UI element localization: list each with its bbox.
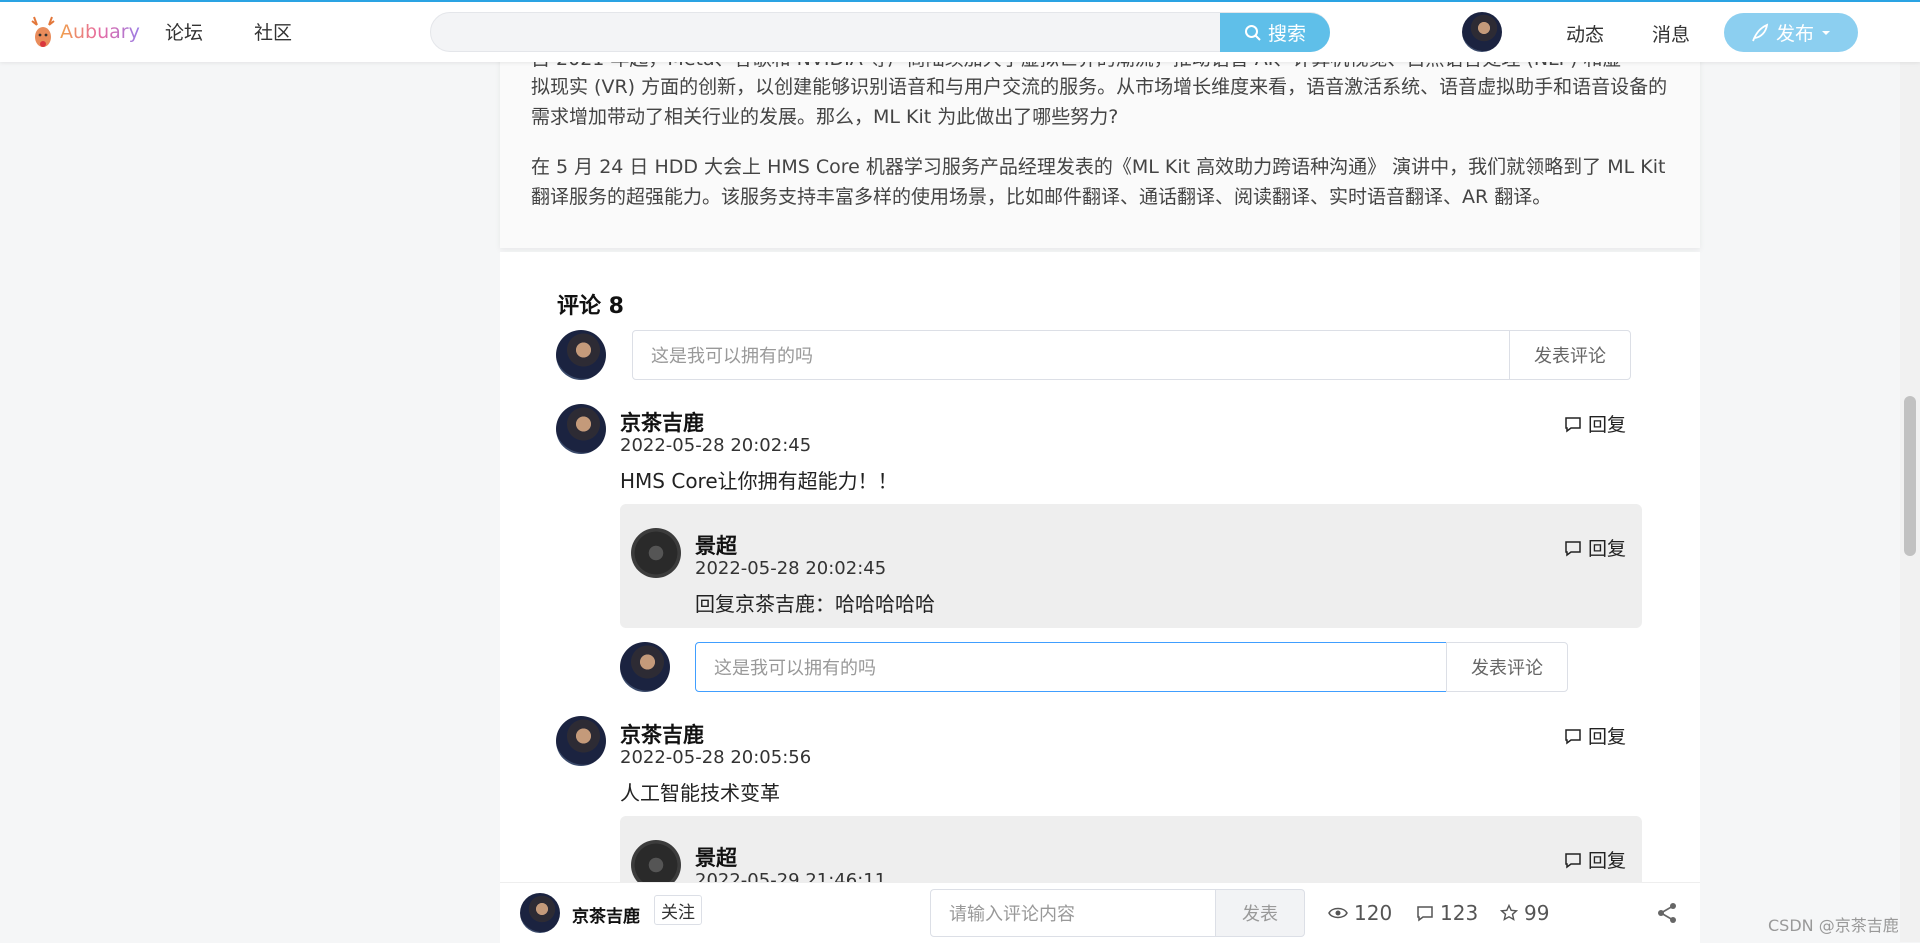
- stars-count[interactable]: 99: [1500, 901, 1549, 925]
- sub-comment-time: 2022-05-28 20:02:45: [695, 558, 887, 579]
- comment-icon: [1565, 540, 1581, 556]
- comment-icon: [1565, 728, 1581, 744]
- comments-section: 评论 8 这是我可以拥有的吗 发表评论 京茶吉鹿 2022-05-28 20:0…: [500, 252, 1700, 942]
- reply-button[interactable]: 回复: [1564, 722, 1626, 749]
- comment-input[interactable]: 这是我可以拥有的吗: [632, 330, 1510, 380]
- comment-time: 2022-05-28 20:05:56: [620, 747, 812, 768]
- reply-label: 回复: [1588, 414, 1627, 436]
- avatar: [556, 716, 606, 766]
- search-button[interactable]: 搜索: [1220, 13, 1330, 52]
- sub-comment-username[interactable]: 景超: [695, 530, 737, 560]
- comment-time: 2022-05-28 20:02:45: [620, 435, 812, 456]
- nav-forum[interactable]: 论坛: [165, 18, 203, 45]
- sub-comment-username[interactable]: 景超: [695, 842, 737, 872]
- scrollbar-thumb[interactable]: [1904, 396, 1916, 556]
- chevron-down-icon: [1822, 30, 1830, 35]
- watermark: CSDN @京茶吉鹿: [1768, 916, 1899, 935]
- user-avatar[interactable]: [1462, 12, 1502, 52]
- comment-icon: [1417, 906, 1433, 922]
- avatar: [631, 528, 681, 578]
- comment-icon: [1565, 416, 1581, 432]
- search-input[interactable]: [430, 12, 1330, 52]
- author-avatar[interactable]: [520, 893, 560, 933]
- article-paragraph: 在 5 月 24 日 HDD 大会上 HMS Core 机器学习服务产品经理发表…: [531, 156, 1666, 208]
- nav-messages[interactable]: 消息: [1652, 20, 1690, 47]
- feather-icon: [1752, 23, 1769, 41]
- reply-label: 回复: [1588, 726, 1627, 748]
- reply-label: 回复: [1588, 850, 1627, 872]
- reply-button[interactable]: 回复: [1564, 846, 1626, 873]
- publish-label: 发布: [1775, 23, 1814, 45]
- views-value: 120: [1354, 901, 1393, 925]
- article-paragraph: 拟现实 (VR) 方面的创新，以创建能够识别语音和与用户交流的服务。从市场增长维…: [531, 76, 1668, 128]
- sub-comment-text: 回复京茶吉鹿：哈哈哈哈哈: [695, 592, 935, 616]
- post-comment-button[interactable]: 发表评论: [1509, 330, 1631, 380]
- views-count: 120: [1328, 901, 1392, 925]
- comment-username[interactable]: 京茶吉鹿: [620, 719, 704, 749]
- comments-value: 123: [1440, 901, 1479, 925]
- comments-count[interactable]: 123: [1416, 901, 1478, 925]
- comment-text: HMS Core让你拥有超能力！！: [620, 469, 898, 493]
- bottom-comment-input[interactable]: 请输入评论内容: [930, 889, 1216, 937]
- logo-text: Aubuary: [60, 21, 140, 43]
- bottom-post-button[interactable]: 发表: [1215, 889, 1305, 937]
- nav-community[interactable]: 社区: [254, 18, 292, 45]
- publish-button[interactable]: 发布: [1724, 13, 1858, 52]
- comments-title: 评论 8: [557, 294, 624, 319]
- deer-logo-icon: [31, 16, 55, 47]
- avatar: [556, 330, 606, 380]
- avatar: [556, 404, 606, 454]
- follow-button[interactable]: 关注: [654, 895, 702, 925]
- share-icon[interactable]: [1656, 902, 1678, 924]
- eye-icon: [1328, 907, 1348, 919]
- reply-button[interactable]: 回复: [1564, 410, 1626, 437]
- sub-comment: 景超 2022-05-28 20:02:45 回复京茶吉鹿：哈哈哈哈哈 回复: [620, 504, 1642, 628]
- post-reply-button[interactable]: 发表评论: [1446, 642, 1568, 692]
- stars-value: 99: [1524, 901, 1550, 925]
- comment-username[interactable]: 京茶吉鹿: [620, 407, 704, 437]
- reply-input[interactable]: 这是我可以拥有的吗: [695, 642, 1447, 692]
- nav-activity[interactable]: 动态: [1566, 20, 1604, 47]
- top-navbar: Aubuary 论坛 社区 搜索 动态 消息 发布: [0, 0, 1920, 62]
- star-icon: [1500, 904, 1518, 921]
- reply-button[interactable]: 回复: [1564, 534, 1626, 561]
- comment-icon: [1565, 852, 1581, 868]
- logo[interactable]: Aubuary: [28, 12, 140, 52]
- scrollbar[interactable]: [1900, 60, 1920, 942]
- author-name[interactable]: 京茶吉鹿: [572, 902, 640, 927]
- reply-label: 回复: [1588, 538, 1627, 560]
- search-button-label: 搜索: [1267, 23, 1306, 45]
- search-icon: [1244, 24, 1261, 41]
- bottom-toolbar: 京茶吉鹿 关注 请输入评论内容 发表 120 123 99: [500, 882, 1700, 943]
- avatar: [620, 642, 670, 692]
- comment-text: 人工智能技术变革: [620, 781, 780, 805]
